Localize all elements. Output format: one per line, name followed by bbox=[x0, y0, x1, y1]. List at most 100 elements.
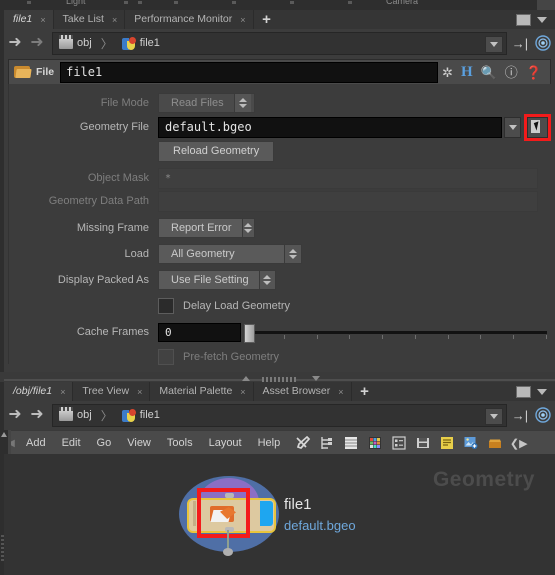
menu-view[interactable]: View bbox=[119, 437, 159, 449]
grid-icon[interactable] bbox=[390, 435, 407, 451]
box-icon[interactable] bbox=[486, 435, 503, 451]
missing-frame-menu[interactable]: Report Error bbox=[158, 218, 255, 238]
display-packed-as-menu[interactable]: Use File Setting bbox=[158, 270, 276, 290]
menu-spinner-icon[interactable] bbox=[258, 271, 275, 289]
add-tab-button[interactable]: + bbox=[351, 382, 378, 401]
color-palette-icon[interactable] bbox=[366, 435, 383, 451]
pane-splitter[interactable] bbox=[4, 372, 555, 382]
menu-layout[interactable]: Layout bbox=[201, 437, 250, 449]
param-label: Display Packed As bbox=[57, 274, 149, 286]
gear-icon[interactable]: ✲ bbox=[442, 66, 453, 79]
path-dropdown-button[interactable] bbox=[485, 35, 503, 53]
tab-close-icon[interactable]: × bbox=[338, 387, 343, 397]
maximize-pane-icon[interactable] bbox=[516, 385, 531, 398]
node-render-flag[interactable] bbox=[260, 501, 273, 526]
help-icon[interactable]: ❓ bbox=[526, 66, 542, 79]
breadcrumb-file1[interactable]: file1 bbox=[140, 409, 160, 421]
pane-menu-chevron-down-icon[interactable] bbox=[537, 388, 547, 395]
menu-value: All Geometry bbox=[171, 248, 235, 260]
nav-back-arrow-icon[interactable]: ➜ bbox=[4, 35, 26, 51]
tab-take-list[interactable]: Take List × bbox=[53, 10, 126, 29]
tab-tree-view[interactable]: Tree View × bbox=[73, 382, 151, 401]
menu-add[interactable]: Add bbox=[18, 437, 54, 449]
tab-close-icon[interactable]: × bbox=[240, 15, 245, 25]
file-mode-menu[interactable]: Read Files bbox=[158, 93, 255, 113]
pre-fetch-geometry-checkbox[interactable] bbox=[158, 349, 174, 365]
target-icon[interactable] bbox=[531, 35, 555, 51]
shelf-label-light: Light bbox=[66, 0, 86, 6]
cache-frames-slider[interactable] bbox=[242, 323, 551, 343]
param-row-geometry-file: Geometry File default.bgeo bbox=[9, 113, 551, 141]
delay-load-geometry-label: Delay Load Geometry bbox=[183, 300, 290, 312]
tab-obj-file1[interactable]: /obj/file1 × bbox=[4, 382, 74, 401]
maximize-pane-icon[interactable] bbox=[516, 13, 531, 26]
add-tab-button[interactable]: + bbox=[253, 10, 280, 29]
tab-asset-browser[interactable]: Asset Browser × bbox=[253, 382, 352, 401]
param-row-file-mode: File Mode Read Files bbox=[9, 92, 551, 114]
image-icon[interactable] bbox=[462, 435, 479, 451]
nav-back-arrow-icon[interactable]: ➜ bbox=[4, 407, 26, 423]
tab-close-icon[interactable]: × bbox=[137, 387, 142, 397]
pin-icon[interactable]: →| bbox=[509, 36, 531, 51]
param-label: Object Mask bbox=[87, 172, 149, 184]
menu-spinner-icon[interactable] bbox=[284, 245, 301, 263]
tab-close-icon[interactable]: × bbox=[60, 387, 65, 397]
menu-help[interactable]: Help bbox=[250, 437, 289, 449]
node-path-field[interactable]: obj 〉 file1 bbox=[52, 31, 507, 55]
geometry-file-input[interactable]: default.bgeo bbox=[158, 116, 502, 138]
parameter-path-bar: ➜ ➜ obj 〉 file1 →| bbox=[4, 29, 555, 57]
node-name-label: file1 bbox=[284, 496, 312, 513]
breadcrumb-obj[interactable]: obj bbox=[77, 409, 92, 421]
tab-performance-monitor[interactable]: Performance Monitor × bbox=[125, 10, 254, 29]
menu-spinner-icon[interactable] bbox=[241, 219, 254, 237]
splitter-collapse-down-icon[interactable] bbox=[312, 376, 320, 381]
breadcrumb-obj[interactable]: obj bbox=[77, 37, 92, 49]
delay-load-geometry-checkbox[interactable] bbox=[158, 298, 174, 314]
nav-forward-arrow-icon[interactable]: ➜ bbox=[26, 407, 48, 423]
load-menu[interactable]: All Geometry bbox=[158, 244, 302, 264]
network-canvas[interactable]: Geometry file1 default.bgeo bbox=[4, 454, 555, 575]
hierarchy-icon[interactable] bbox=[318, 435, 335, 451]
cache-frames-input[interactable]: 0 bbox=[158, 322, 241, 342]
slider-handle[interactable] bbox=[244, 323, 255, 343]
node-file1[interactable]: file1 default.bgeo bbox=[179, 476, 389, 556]
search-icon[interactable]: 🔍 bbox=[481, 66, 497, 79]
pin-icon[interactable]: →| bbox=[509, 408, 531, 423]
parameter-pane-tabbar: file1 × Take List × Performance Monitor … bbox=[4, 10, 555, 29]
menu-edit[interactable]: Edit bbox=[54, 437, 89, 449]
geometry-file-dropdown-button[interactable] bbox=[504, 116, 521, 138]
node-name-field[interactable]: file1 bbox=[60, 61, 439, 83]
scroll-up-arrow-icon[interactable] bbox=[1, 432, 7, 437]
pane-menu-chevron-down-icon[interactable] bbox=[537, 16, 547, 23]
geometry-data-path-input[interactable] bbox=[158, 190, 538, 212]
node-output-dot[interactable] bbox=[223, 548, 233, 556]
tools-icon[interactable] bbox=[294, 435, 311, 451]
list-icon[interactable] bbox=[342, 435, 359, 451]
tabbar-filler bbox=[377, 382, 516, 401]
path-dropdown-button[interactable] bbox=[485, 407, 503, 425]
file-chooser-button[interactable] bbox=[527, 116, 548, 138]
tab-file1[interactable]: file1 × bbox=[4, 10, 54, 29]
nav-forward-arrow-icon[interactable]: ➜ bbox=[26, 35, 48, 51]
houdini-h-icon[interactable]: H bbox=[461, 64, 473, 80]
reload-geometry-button[interactable]: Reload Geometry bbox=[158, 140, 275, 162]
object-mask-input[interactable]: * bbox=[158, 167, 538, 189]
tab-label: Material Palette bbox=[159, 385, 233, 397]
network-path-field[interactable]: obj 〉 file1 bbox=[52, 403, 507, 427]
tab-close-icon[interactable]: × bbox=[40, 15, 45, 25]
snapshot-icon[interactable] bbox=[414, 435, 431, 451]
menu-spinner-icon[interactable] bbox=[233, 94, 251, 112]
splitter-collapse-up-icon[interactable] bbox=[242, 376, 250, 381]
param-label: Geometry Data Path bbox=[48, 195, 149, 207]
menu-tools[interactable]: Tools bbox=[159, 437, 201, 449]
breadcrumb-file1[interactable]: file1 bbox=[140, 37, 160, 49]
info-icon[interactable]: ⓘ bbox=[505, 66, 518, 79]
tab-close-icon[interactable]: × bbox=[240, 387, 245, 397]
tab-close-icon[interactable]: × bbox=[112, 15, 117, 25]
node-subtitle-label[interactable]: default.bgeo bbox=[284, 518, 356, 533]
more-icon[interactable]: ❮▶ bbox=[510, 435, 528, 451]
notes-icon[interactable] bbox=[438, 435, 455, 451]
menu-go[interactable]: Go bbox=[89, 437, 120, 449]
target-icon[interactable] bbox=[531, 407, 555, 423]
tab-material-palette[interactable]: Material Palette × bbox=[150, 382, 254, 401]
